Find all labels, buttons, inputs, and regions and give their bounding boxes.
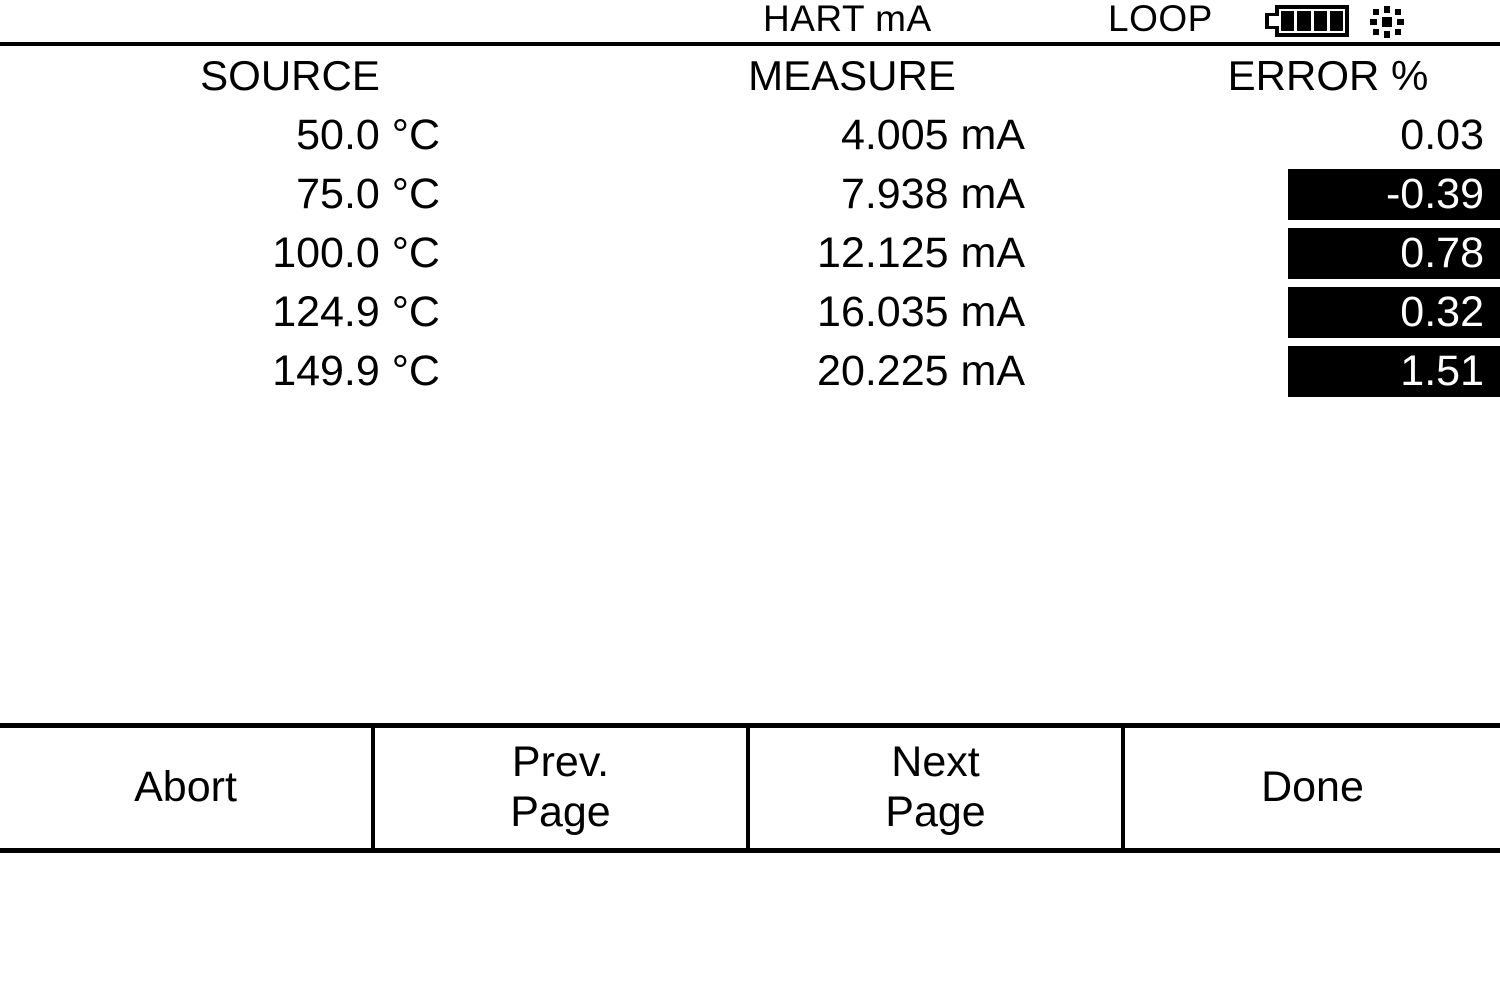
column-header-error: ERROR %: [1227, 52, 1429, 99]
cell-error-wrap: 0.32: [1060, 283, 1500, 342]
cell-error-highlighted: 0.78: [1288, 228, 1500, 279]
prev-page-button[interactable]: Prev. Page: [375, 728, 750, 848]
cell-measure: 4.005 mA: [840, 111, 1025, 159]
cell-error-wrap: 0.78: [1060, 224, 1500, 283]
cell-error-wrap: -0.39: [1060, 165, 1500, 224]
table-row: 75.0 °C 7.938 mA -0.39: [0, 165, 1500, 224]
table-row: 149.9 °C 20.225 mA 1.51: [0, 342, 1500, 401]
cell-error-wrap: 0.03: [1060, 106, 1500, 165]
cell-measure: 20.225 mA: [817, 347, 1025, 395]
cell-measure: 7.938 mA: [840, 170, 1025, 218]
table-row: 124.9 °C 16.035 mA 0.32: [0, 283, 1500, 342]
battery-nub-inner: [1269, 16, 1279, 26]
column-header-measure: MEASURE: [748, 52, 956, 99]
done-button[interactable]: Done: [1125, 728, 1500, 848]
cell-source: 124.9 °C: [272, 288, 440, 336]
cell-error-highlighted: 0.32: [1288, 287, 1500, 338]
battery-icon: [1265, 5, 1353, 37]
cell-source: 149.9 °C: [272, 347, 440, 395]
status-mode-label: HART mA: [763, 0, 932, 39]
abort-button[interactable]: Abort: [0, 728, 375, 848]
cell-source: 75.0 °C: [296, 170, 440, 218]
sun-backlight-icon: [1370, 6, 1404, 38]
battery-level-bars: [1281, 11, 1343, 31]
cell-measure: 12.125 mA: [817, 229, 1025, 277]
table-row: 100.0 °C 12.125 mA 0.78: [0, 224, 1500, 283]
softkey-bar: Abort Prev. Page Next Page Done: [0, 723, 1500, 853]
cell-error: 0.03: [1400, 111, 1484, 159]
status-bar: HART mA LOOP: [0, 0, 1500, 44]
cell-error-wrap: 1.51: [1060, 342, 1500, 401]
cell-error-highlighted: -0.39: [1288, 169, 1500, 220]
cell-source: 50.0 °C: [296, 111, 440, 159]
cell-source: 100.0 °C: [272, 229, 440, 277]
calibration-results-table: SOURCE MEASURE ERROR % 50.0 °C 4.005 mA …: [0, 46, 1500, 401]
column-header-source: SOURCE: [200, 52, 380, 99]
table-row: 50.0 °C 4.005 mA 0.03: [0, 106, 1500, 165]
table-header-row: SOURCE MEASURE ERROR %: [0, 46, 1500, 106]
cell-error-highlighted: 1.51: [1288, 346, 1500, 397]
cell-measure: 16.035 mA: [817, 288, 1025, 336]
next-page-button[interactable]: Next Page: [750, 728, 1125, 848]
status-loop-label: LOOP: [1108, 0, 1213, 39]
